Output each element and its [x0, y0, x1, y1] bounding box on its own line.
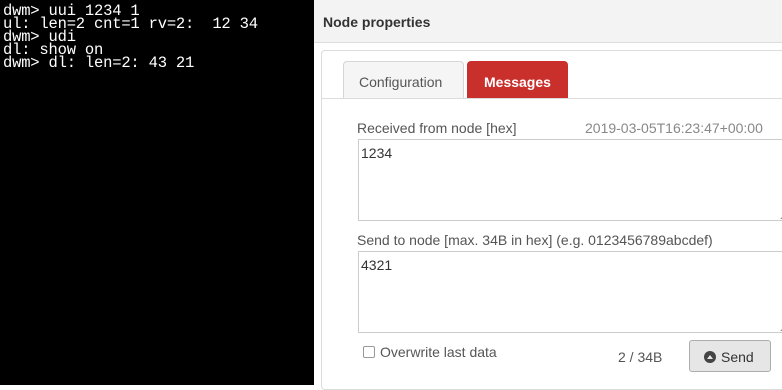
- send-value: 4321: [361, 257, 393, 273]
- tab-configuration-label: Configuration: [359, 74, 443, 90]
- send-label: Send to node [max. 34B in hex] (e.g. 012…: [357, 232, 713, 248]
- terminal-window[interactable]: dwm> uui 1234 1 ul: len=2 cnt=1 rv=2: 12…: [0, 0, 314, 385]
- send-textarea[interactable]: 4321 ◢: [358, 251, 782, 333]
- received-textarea[interactable]: 1234 ◢: [358, 139, 782, 221]
- tab-messages-label: Messages: [484, 74, 551, 90]
- byte-counter: 2 / 34B: [618, 349, 663, 365]
- received-timestamp: 2019-03-05T16:23:47+00:00: [585, 120, 763, 136]
- properties-card: Configuration Messages Received from nod…: [321, 50, 782, 390]
- send-button[interactable]: Send: [689, 340, 771, 372]
- overwrite-checkbox[interactable]: [363, 346, 375, 358]
- panel-header: Node properties: [314, 0, 782, 43]
- panel-title: Node properties: [323, 14, 431, 30]
- received-label: Received from node [hex]: [357, 120, 517, 136]
- upload-circle-icon: [704, 351, 716, 363]
- tab-configuration[interactable]: Configuration: [343, 61, 464, 99]
- send-button-label: Send: [721, 349, 754, 365]
- received-value: 1234: [361, 145, 393, 161]
- terminal-line: dwm> dl: len=2: 43 21: [3, 54, 195, 72]
- overwrite-label: Overwrite last data: [380, 344, 497, 360]
- node-properties-panel: Node properties Configuration Messages R…: [314, 0, 782, 390]
- tab-messages[interactable]: Messages: [467, 61, 568, 99]
- tabs-divider: [322, 98, 782, 99]
